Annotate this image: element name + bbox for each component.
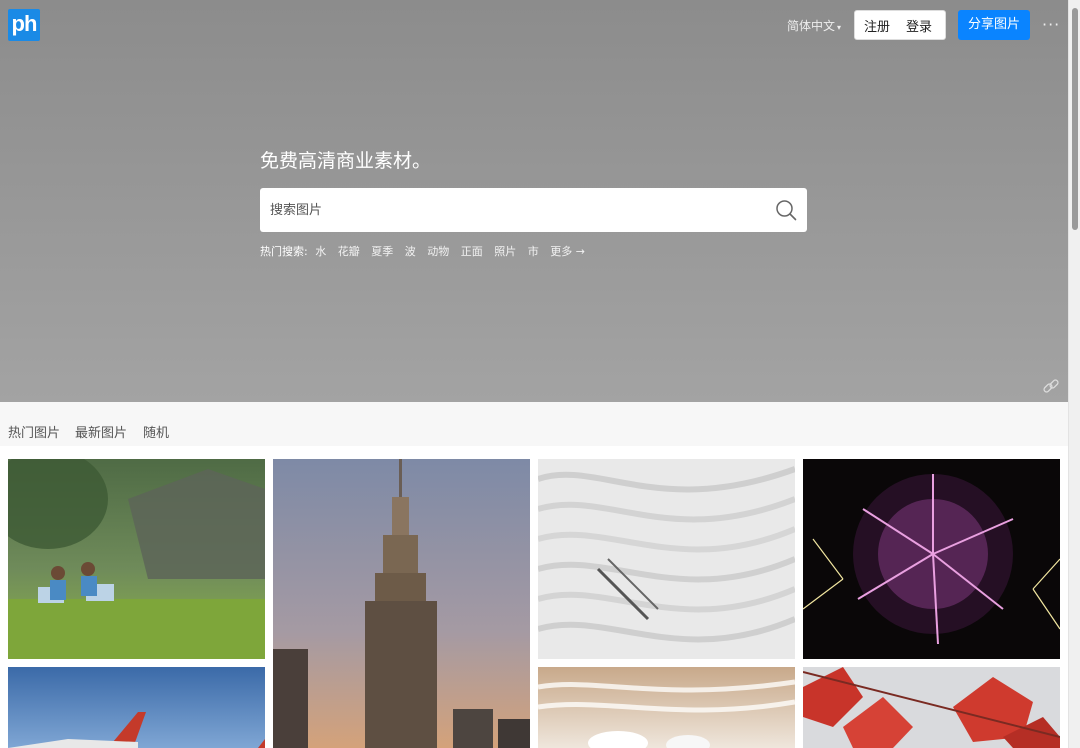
hot-tag[interactable]: 花瓣 <box>338 245 360 258</box>
more-icon[interactable]: ··· <box>1042 15 1060 34</box>
tab-popular[interactable]: 热门图片 <box>8 422 60 441</box>
children-with-laptops-photo[interactable] <box>8 459 265 659</box>
white-architecture-waves-photo[interactable] <box>538 459 795 659</box>
tab-latest[interactable]: 最新图片 <box>75 422 127 441</box>
language-selector[interactable]: 简体中文 ▾ <box>787 17 841 34</box>
hot-searches: 热门搜索: 水 花瓣 夏季 波 动物 正面 照片 市 更多 → <box>260 243 593 259</box>
search-box <box>260 188 807 232</box>
hot-tag[interactable]: 市 <box>528 245 539 258</box>
jet-plane-photo[interactable] <box>8 667 265 748</box>
auth-box: 注册 登录 <box>854 10 946 40</box>
scrollbar[interactable] <box>1068 0 1080 748</box>
white-flowers-water-photo[interactable] <box>538 667 795 748</box>
photo-image <box>273 459 530 748</box>
photo-image <box>8 459 265 659</box>
hero-tagline: 免费高清商业素材。 <box>260 150 432 172</box>
photo-image <box>803 459 1060 659</box>
scrollbar-thumb[interactable] <box>1072 8 1078 230</box>
photo-image <box>538 667 795 748</box>
tab-random[interactable]: 随机 <box>143 422 169 441</box>
photo-image <box>8 667 265 748</box>
login-button[interactable]: 登录 <box>906 16 932 35</box>
search-input[interactable] <box>270 188 750 232</box>
hot-tag[interactable]: 波 <box>405 245 416 258</box>
hot-searches-label: 热门搜索: <box>260 245 308 258</box>
hot-tag[interactable]: 正面 <box>461 245 483 258</box>
share-image-button[interactable]: 分享图片 <box>958 10 1030 40</box>
gallery-tabs: 热门图片 最新图片 随机 <box>0 402 1068 446</box>
caret-down-icon: ▾ <box>837 23 842 32</box>
register-button[interactable]: 注册 <box>864 16 890 35</box>
hero-banner: ph 简体中文▾ 注册 登录 分享图片 ··· 免费高清商业素材。 热门搜索: … <box>0 0 1068 402</box>
hot-tag[interactable]: 水 <box>315 245 326 258</box>
red-maple-leaves-photo[interactable] <box>803 667 1060 748</box>
link-icon[interactable] <box>1042 377 1060 395</box>
photo-image <box>803 667 1060 748</box>
empire-state-building-photo[interactable] <box>273 459 530 748</box>
site-logo[interactable]: ph <box>8 9 40 41</box>
hot-tag[interactable]: 照片 <box>494 245 516 258</box>
hot-tag[interactable]: 夏季 <box>371 245 393 258</box>
language-label: 简体中文 <box>787 19 836 33</box>
fireworks-photo[interactable] <box>803 459 1060 659</box>
hot-tag[interactable]: 动物 <box>427 245 449 258</box>
search-icon[interactable] <box>775 199 797 221</box>
more-tags-link[interactable]: 更多 → <box>550 245 585 258</box>
photo-image <box>538 459 795 659</box>
